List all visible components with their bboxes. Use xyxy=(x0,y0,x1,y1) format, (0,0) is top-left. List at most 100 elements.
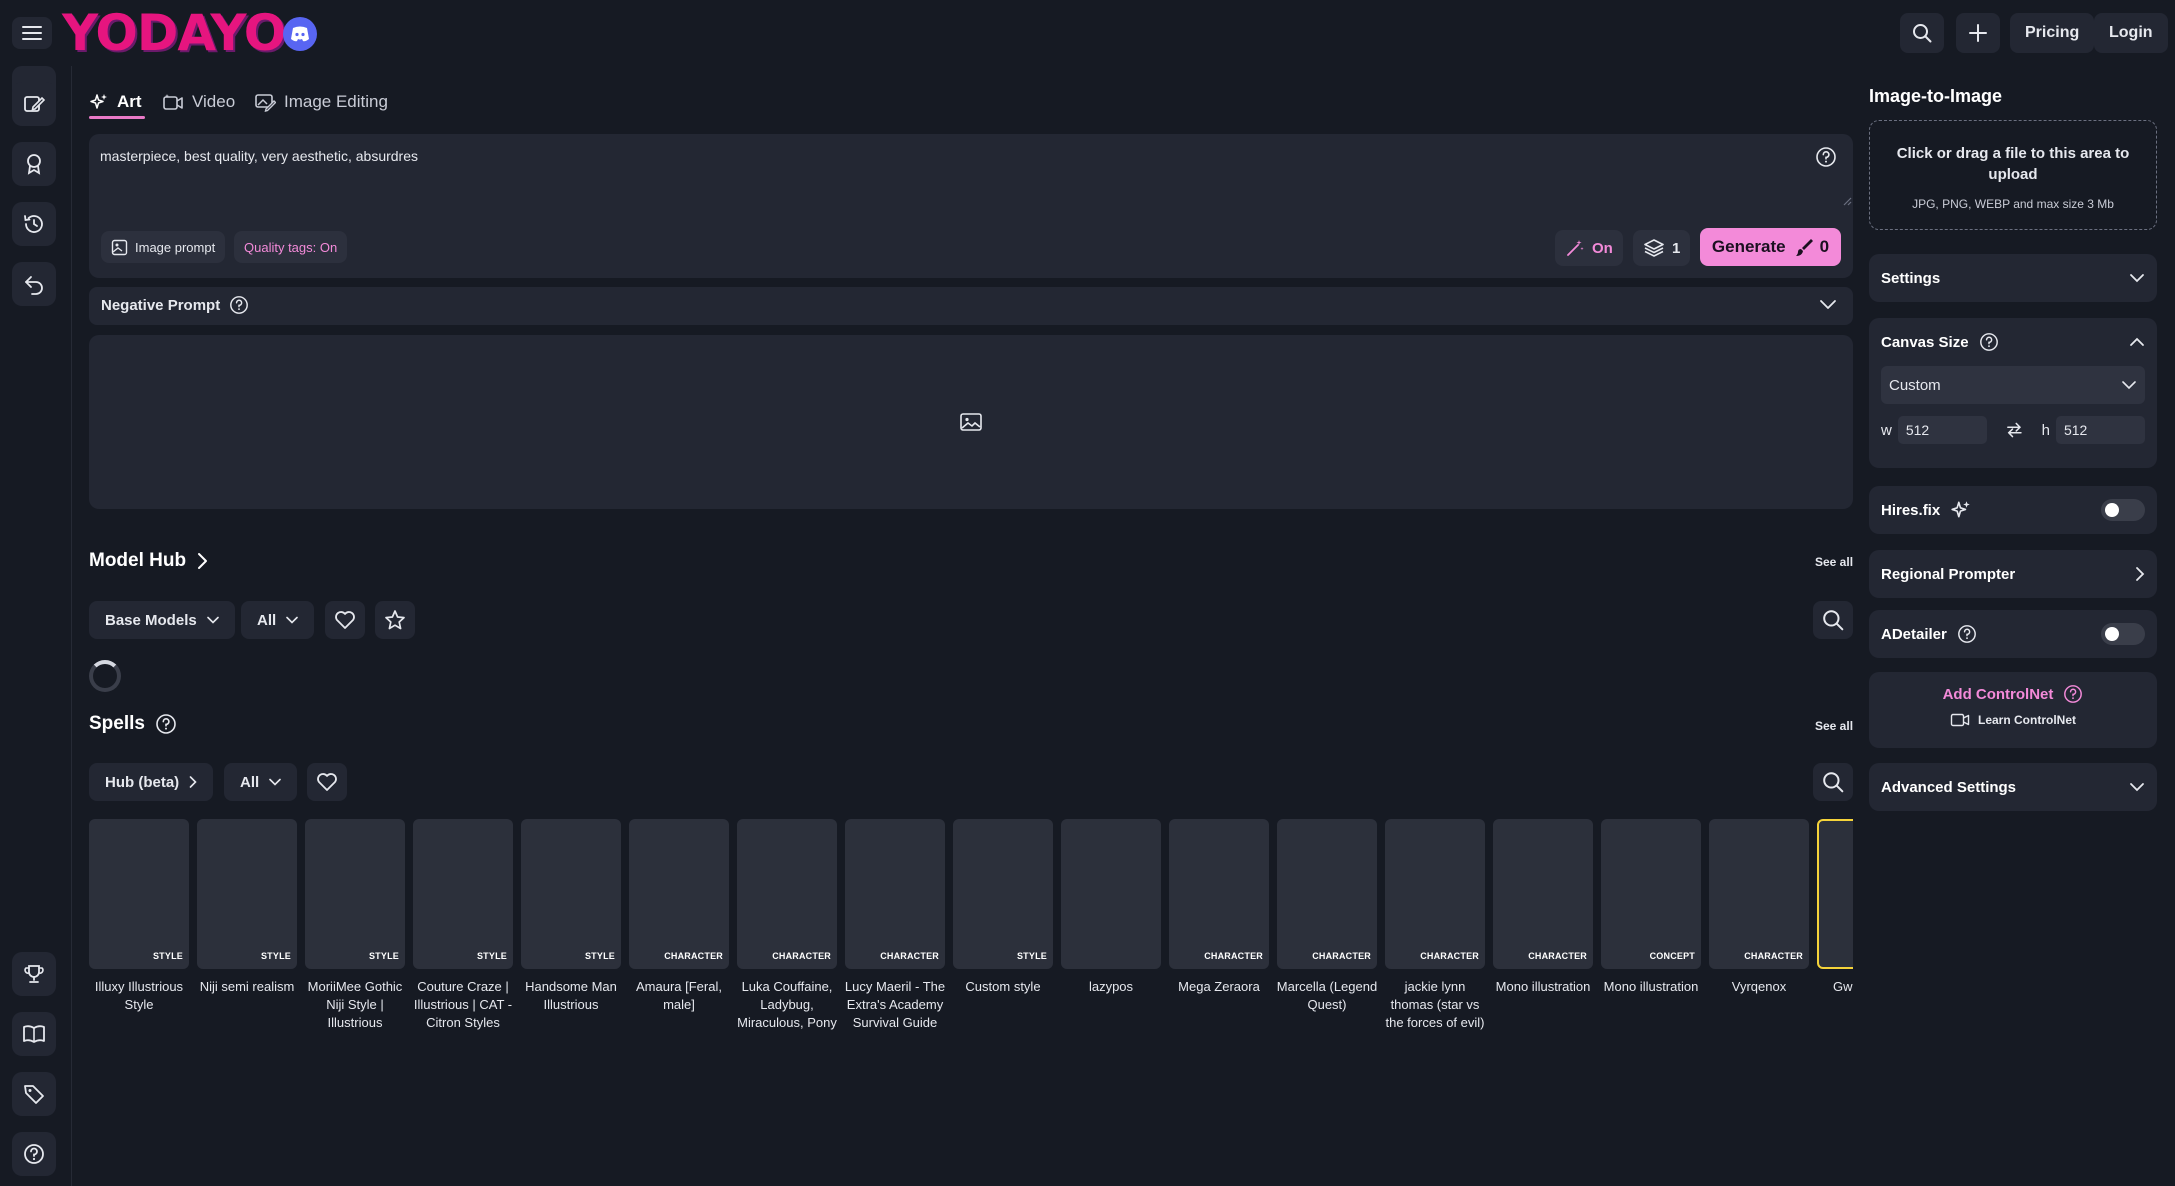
tab-label: Video xyxy=(192,92,236,111)
spell-card-tag: STYLE xyxy=(1016,951,1047,961)
spell-card[interactable]: CHARACTER Lucy Maeril - The Extra's Acade… xyxy=(845,819,945,1032)
learn-controlnet-link[interactable]: Learn ControlNet xyxy=(1869,712,2157,728)
batch-count-button[interactable]: 1 xyxy=(1633,230,1691,266)
negative-prompt-chevron-icon[interactable] xyxy=(1819,298,1837,310)
spell-card-name: MoriiMee Gothic Niji Style | Illustrious xyxy=(307,979,403,1030)
tab-image-editing[interactable]: Image Editing xyxy=(254,86,388,118)
prompt-input[interactable]: masterpiece, best quality, very aestheti… xyxy=(100,148,418,164)
spell-card-name: Vyrqenox xyxy=(1731,979,1787,994)
spell-card-tag: CHARACTER xyxy=(1420,951,1479,961)
spell-card-tag: STYLE xyxy=(476,951,507,961)
spell-card[interactable]: CHARACTER Vyrqenox xyxy=(1709,819,1809,996)
pricing-button[interactable]: Pricing xyxy=(2010,13,2095,53)
spell-card[interactable]: CHARACTER Amaura [Feral, male] xyxy=(629,819,729,1014)
base-models-dropdown[interactable]: Base Models xyxy=(89,601,235,639)
width-input[interactable]: 512 xyxy=(1897,416,1987,444)
layers-icon xyxy=(1644,239,1664,257)
spell-card-tag: CHARACTER xyxy=(664,951,723,961)
spells-search-button[interactable] xyxy=(1813,763,1853,801)
spells-hub-button[interactable]: Hub (beta) xyxy=(89,763,214,801)
spell-card-name: lazypos xyxy=(1088,979,1134,994)
rail-help-button[interactable] xyxy=(12,1132,56,1176)
spell-card[interactable]: CHARACTER jackie lynn thomas (star vs the… xyxy=(1385,819,1485,1032)
spell-card-thumbnail: STYLE xyxy=(521,819,621,969)
spells-favorites-button[interactable] xyxy=(307,763,347,801)
quality-tags-button[interactable]: Quality tags: On xyxy=(234,231,348,263)
upload-sub-text: JPG, PNG, WEBP and max size 3 Mb xyxy=(1912,197,2114,211)
canvas-size-label: Canvas Size xyxy=(1881,333,1969,351)
rail-undo-button[interactable] xyxy=(12,262,56,306)
adetailer-help-icon[interactable] xyxy=(1957,624,1977,644)
video-icon xyxy=(163,94,183,110)
spell-card[interactable]: STYLE Couture Craze | Illustrious | CAT -… xyxy=(413,819,513,1032)
discord-icon[interactable] xyxy=(283,17,317,51)
negative-prompt-help-icon[interactable] xyxy=(229,295,249,315)
spell-card[interactable]: CHARACTER Luka Couffaine, Ladybug, Miracu… xyxy=(737,819,837,1032)
create-button[interactable] xyxy=(1956,13,2000,53)
spell-card-name: Couture Craze | Illustrious | CAT - Citr… xyxy=(413,979,513,1030)
tab-video[interactable]: Video xyxy=(162,86,235,118)
canvas-preset-select[interactable]: Custom xyxy=(1881,366,2145,404)
spells-filter-all-label: All xyxy=(240,773,260,791)
canvas-size-help-icon[interactable] xyxy=(1979,332,1999,352)
spells-see-all-link[interactable]: See all xyxy=(1815,719,1853,733)
rail-tag-button[interactable] xyxy=(12,1072,56,1116)
model-filter-all-dropdown[interactable]: All xyxy=(241,601,315,639)
model-starred-button[interactable] xyxy=(375,601,415,639)
edit-image-icon xyxy=(24,96,45,112)
image-prompt-button[interactable]: Image prompt xyxy=(101,231,226,263)
spell-card-tag: CHARACTER xyxy=(1744,951,1803,961)
spell-card[interactable]: STYLE Illuxy Illustrious Style xyxy=(89,819,189,1014)
spell-card[interactable]: STYLE Custom style xyxy=(953,819,1053,996)
width-label: w xyxy=(1881,421,1892,439)
regional-prompter-panel[interactable]: Regional Prompter xyxy=(1869,550,2157,598)
rail-create-button[interactable] xyxy=(12,82,56,126)
rail-badge-button[interactable] xyxy=(12,142,56,186)
spell-card[interactable]: CONCEPT Mono illustration xyxy=(1601,819,1701,996)
search-button[interactable] xyxy=(1900,13,1944,53)
prompt-help-icon[interactable] xyxy=(1815,146,1837,168)
model-hub-see-all-link[interactable]: See all xyxy=(1815,555,1853,569)
adetailer-toggle[interactable] xyxy=(2101,623,2145,645)
login-button[interactable]: Login xyxy=(2094,13,2168,53)
model-search-button[interactable] xyxy=(1813,601,1853,639)
spell-card[interactable]: CHARACTER Mega Zeraora xyxy=(1169,819,1269,996)
rail-history-button[interactable] xyxy=(12,202,56,246)
spell-card[interactable]: CHARACTER Mono illustration xyxy=(1493,819,1593,996)
rail-book-button[interactable] xyxy=(12,1012,56,1056)
swap-icon[interactable] xyxy=(2005,421,2024,439)
negative-prompt-bar[interactable] xyxy=(89,287,1853,325)
hires-fix-toggle[interactable] xyxy=(2101,499,2145,521)
image-placeholder-icon xyxy=(960,413,982,431)
spells-filter-all-dropdown[interactable]: All xyxy=(224,763,298,801)
menu-button[interactable] xyxy=(12,17,52,49)
spell-cards-row: STYLE Illuxy Illustrious Style STYLE Niji s… xyxy=(89,819,1853,1049)
book-icon xyxy=(23,1025,45,1043)
spell-card[interactable]: STYLE Handsome Man Illustrious xyxy=(521,819,621,1014)
add-controlnet-button[interactable]: Add ControlNet xyxy=(1869,684,2157,704)
spell-card[interactable]: CHARACTER Marcella (Legend Quest) xyxy=(1277,819,1377,1014)
chevron-up-icon xyxy=(2130,337,2144,346)
spells-help-icon[interactable] xyxy=(155,713,177,735)
rail-trophy-button[interactable] xyxy=(12,952,56,996)
resize-handle-icon[interactable] xyxy=(1842,196,1852,206)
spell-card-name: Mono illustration xyxy=(1603,979,1699,994)
generate-button[interactable]: Generate 0 xyxy=(1700,228,1841,266)
canvas-size-header[interactable]: Canvas Size xyxy=(1869,318,2157,366)
spell-card[interactable]: STYLE Niji semi realism xyxy=(197,819,297,996)
spell-card[interactable]: Gwen Ben 10 xyxy=(1817,819,1853,996)
spell-card[interactable]: STYLE MoriiMee Gothic Niji Style | Illust… xyxy=(305,819,405,1032)
spell-card[interactable]: lazypos xyxy=(1061,819,1161,996)
chevron-down-icon xyxy=(2122,381,2136,390)
advanced-settings-panel[interactable]: Advanced Settings xyxy=(1869,763,2157,811)
model-favorites-button[interactable] xyxy=(325,601,365,639)
magic-prompt-toggle[interactable]: On xyxy=(1555,230,1623,266)
controlnet-help-icon[interactable] xyxy=(2063,684,2083,704)
spell-card-thumbnail: CONCEPT xyxy=(1601,819,1701,969)
model-hub-title[interactable]: Model Hub xyxy=(89,550,208,572)
tab-art[interactable]: Art xyxy=(89,86,142,118)
settings-panel[interactable]: Settings xyxy=(1869,254,2157,302)
yodayo-logo[interactable]: YODAYO xyxy=(62,4,286,62)
upload-dropzone[interactable]: Click or drag a file to this area to upl… xyxy=(1869,120,2157,230)
height-input[interactable]: 512 xyxy=(2055,416,2146,444)
